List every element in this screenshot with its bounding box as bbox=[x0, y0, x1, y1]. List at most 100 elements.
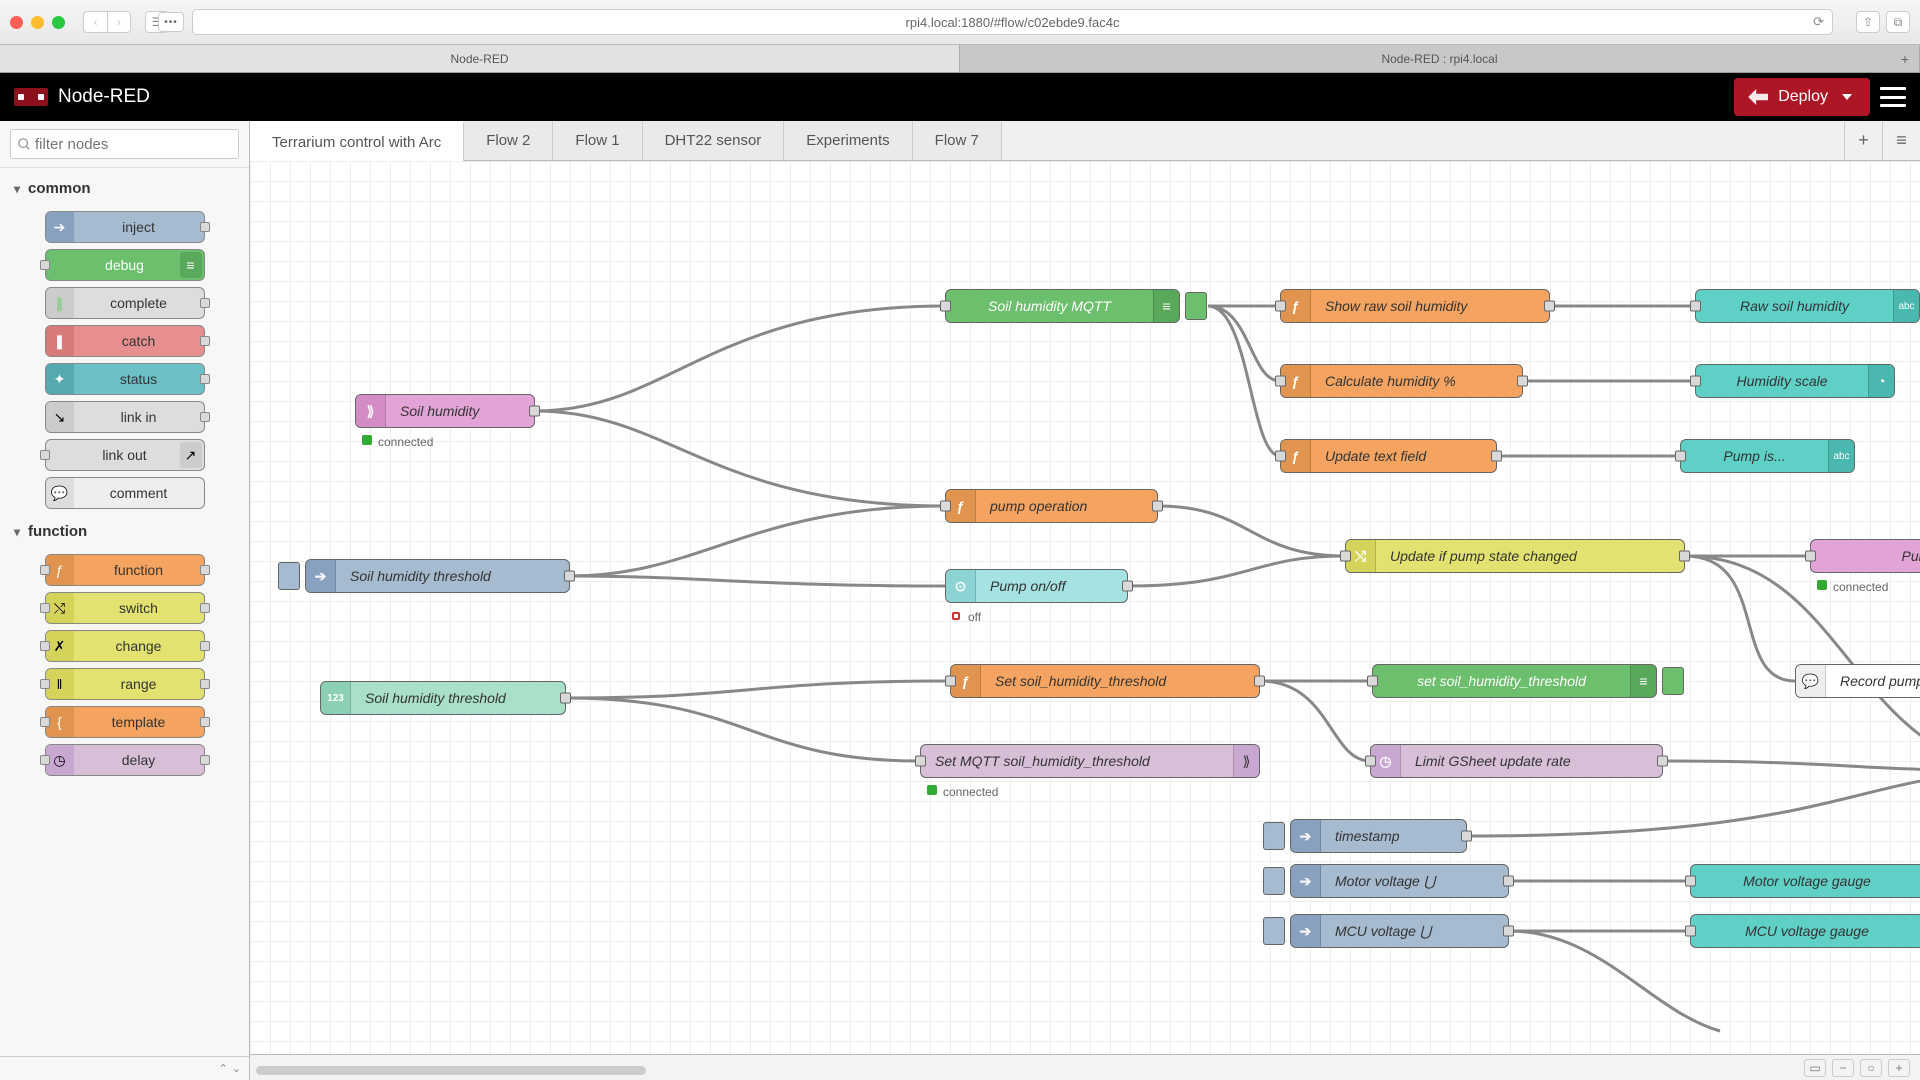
palette-node-function[interactable]: ƒfunction bbox=[45, 554, 205, 586]
palette-node-link-out[interactable]: link out↗ bbox=[45, 439, 205, 471]
deploy-button[interactable]: Deploy bbox=[1734, 78, 1870, 116]
palette-node-comment[interactable]: 💬comment bbox=[45, 477, 205, 509]
node-mqtt-in[interactable]: ⟫ Soil humidity connected bbox=[355, 394, 535, 428]
palette-footer: ⌃ ⌄ bbox=[0, 1056, 249, 1080]
flow-tab[interactable]: DHT22 sensor bbox=[643, 121, 785, 160]
browser-tab[interactable]: Node-RED bbox=[0, 45, 960, 72]
node-ui-gauge[interactable]: MCU voltage gauge◔ bbox=[1690, 914, 1920, 948]
zoom-reset-button[interactable]: ○ bbox=[1860, 1059, 1882, 1077]
node-ui-text[interactable]: Raw soil humidityabc bbox=[1695, 289, 1920, 323]
horizontal-scrollbar[interactable] bbox=[256, 1066, 646, 1075]
palette-node-status[interactable]: ✦status bbox=[45, 363, 205, 395]
node-ui-switch[interactable]: ⊙Pump on/off off bbox=[945, 569, 1128, 603]
node-mqtt-out[interactable]: Set MQTT soil_humidity_threshold⟫ connec… bbox=[920, 744, 1260, 778]
browser-tabs: Node-RED Node-RED : rpi4.local + bbox=[0, 45, 1920, 73]
new-tab-button[interactable]: + bbox=[1894, 48, 1916, 70]
list-flows-button[interactable]: ≡ bbox=[1882, 121, 1920, 160]
close-window[interactable] bbox=[10, 16, 23, 29]
browser-toolbar: ‹ › ☰ ••• rpi4.local:1880/#flow/c02ebde9… bbox=[0, 0, 1920, 45]
palette-node-complete[interactable]: ❚complete bbox=[45, 287, 205, 319]
deploy-icon bbox=[1748, 89, 1768, 105]
palette-node-change[interactable]: ✗change bbox=[45, 630, 205, 662]
flow-tab[interactable]: Flow 2 bbox=[464, 121, 553, 160]
node-function[interactable]: ƒpump operation bbox=[945, 489, 1158, 523]
debug-button[interactable] bbox=[1185, 292, 1207, 320]
node-delay[interactable]: ◷Limit GSheet update rate bbox=[1370, 744, 1663, 778]
node-ui-numeric[interactable]: 123Soil humidity threshold bbox=[320, 681, 566, 715]
node-inject[interactable]: ➔Motor voltage ⋃ bbox=[1290, 864, 1509, 898]
node-ui-gauge[interactable]: Humidity scale◔ bbox=[1695, 364, 1895, 398]
numeric-icon: 123 bbox=[321, 682, 351, 714]
debug-toggle-icon[interactable]: ≡ bbox=[1153, 290, 1179, 322]
node-inject[interactable]: ➔MCU voltage ⋃ bbox=[1290, 914, 1509, 948]
inject-button[interactable] bbox=[1263, 917, 1285, 945]
app-logo: Node-RED bbox=[14, 86, 150, 108]
add-flow-button[interactable]: + bbox=[1844, 121, 1882, 160]
node-mqtt-out[interactable]: Pump control⟫ connected bbox=[1810, 539, 1920, 573]
palette-node-link-in[interactable]: ↘link in bbox=[45, 401, 205, 433]
navigator-button[interactable]: ▭ bbox=[1804, 1059, 1826, 1077]
node-ui-text[interactable]: Pump is...abc bbox=[1680, 439, 1855, 473]
inject-icon: ➔ bbox=[1291, 820, 1321, 852]
text-icon: abc bbox=[1893, 290, 1919, 322]
filter-input[interactable] bbox=[10, 129, 239, 159]
app-title: Node-RED bbox=[58, 86, 150, 108]
flow-canvas[interactable]: ⟫ Soil humidity connected Soil humidity … bbox=[250, 161, 1920, 1054]
maximize-window[interactable] bbox=[52, 16, 65, 29]
node-function[interactable]: ƒCalculate humidity % bbox=[1280, 364, 1523, 398]
flow-tab[interactable]: Terrarium control with Arc bbox=[250, 121, 464, 161]
zoom-in-button[interactable]: + bbox=[1888, 1059, 1910, 1077]
inject-icon: ➔ bbox=[1291, 865, 1321, 897]
palette-node-delay[interactable]: ◷delay bbox=[45, 744, 205, 776]
debug-toggle-icon[interactable]: ≡ bbox=[1630, 665, 1656, 697]
mqtt-icon: ⟫ bbox=[356, 395, 386, 427]
zoom-out-button[interactable]: − bbox=[1832, 1059, 1854, 1077]
browser-tab[interactable]: Node-RED : rpi4.local bbox=[960, 45, 1920, 72]
reload-icon[interactable]: ⟳ bbox=[1813, 14, 1824, 30]
tabs-button[interactable]: ⧉ bbox=[1886, 11, 1910, 33]
gauge-icon: ◔ bbox=[1868, 365, 1894, 397]
menu-button[interactable] bbox=[1880, 87, 1906, 107]
palette-node-debug[interactable]: debug≡ bbox=[45, 249, 205, 281]
debug-button[interactable] bbox=[1662, 667, 1684, 695]
forward-button[interactable]: › bbox=[107, 11, 131, 33]
back-button[interactable]: ‹ bbox=[83, 11, 107, 33]
mqtt-icon: ⟫ bbox=[1233, 745, 1259, 777]
site-settings[interactable]: ••• bbox=[158, 12, 184, 32]
logo-icon bbox=[14, 88, 48, 106]
window-controls bbox=[10, 16, 65, 29]
node-function[interactable]: ƒSet soil_humidity_threshold bbox=[950, 664, 1260, 698]
deploy-label: Deploy bbox=[1778, 88, 1828, 106]
category-common[interactable]: common bbox=[0, 172, 249, 205]
inject-button[interactable] bbox=[1263, 822, 1285, 850]
collapse-up-icon[interactable]: ⌃ bbox=[219, 1062, 228, 1075]
node-debug[interactable]: set soil_humidity_threshold≡ bbox=[1372, 664, 1657, 698]
node-inject[interactable]: ➔timestamp bbox=[1290, 819, 1467, 853]
url-text: rpi4.local:1880/#flow/c02ebde9.fac4c bbox=[906, 15, 1120, 30]
comment-icon: 💬 bbox=[1796, 665, 1826, 697]
url-bar[interactable]: ••• rpi4.local:1880/#flow/c02ebde9.fac4c… bbox=[192, 9, 1833, 35]
flow-tab[interactable]: Flow 1 bbox=[553, 121, 642, 160]
minimize-window[interactable] bbox=[31, 16, 44, 29]
palette-node-switch[interactable]: ⤭switch bbox=[45, 592, 205, 624]
collapse-down-icon[interactable]: ⌄ bbox=[232, 1062, 241, 1075]
inject-button[interactable] bbox=[278, 562, 300, 590]
node-comment[interactable]: 💬Record pump state change bbox=[1795, 664, 1920, 698]
workspace-footer: ▭ − ○ + bbox=[250, 1054, 1920, 1080]
palette-node-range[interactable]: ‖range bbox=[45, 668, 205, 700]
share-button[interactable]: ⇧ bbox=[1856, 11, 1880, 33]
node-function[interactable]: ƒUpdate text field bbox=[1280, 439, 1497, 473]
palette-node-catch[interactable]: ❚catch bbox=[45, 325, 205, 357]
node-function[interactable]: ƒShow raw soil humidity bbox=[1280, 289, 1550, 323]
flow-tab[interactable]: Experiments bbox=[784, 121, 912, 160]
node-switch[interactable]: ⤭Update if pump state changed bbox=[1345, 539, 1685, 573]
inject-button[interactable] bbox=[1263, 867, 1285, 895]
palette-node-template[interactable]: {template bbox=[45, 706, 205, 738]
palette-list[interactable]: common ➔inject debug≡ ❚complete ❚catch ✦… bbox=[0, 168, 249, 1056]
palette-node-inject[interactable]: ➔inject bbox=[45, 211, 205, 243]
category-function[interactable]: function bbox=[0, 515, 249, 548]
flow-tab[interactable]: Flow 7 bbox=[913, 121, 1002, 160]
node-debug[interactable]: Soil humidity MQTT ≡ bbox=[945, 289, 1180, 323]
node-inject[interactable]: ➔Soil humidity threshold bbox=[305, 559, 570, 593]
node-ui-gauge[interactable]: Motor voltage gauge◔ bbox=[1690, 864, 1920, 898]
